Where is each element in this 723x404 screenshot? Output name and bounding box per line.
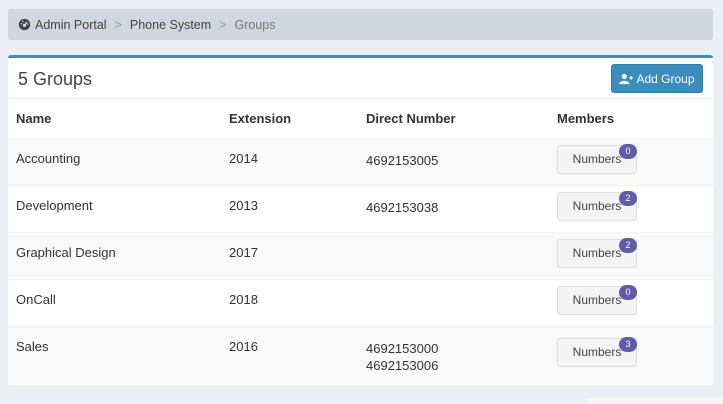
breadcrumb-phone-system[interactable]: Phone System <box>130 18 211 32</box>
members-count-badge: 0 <box>619 143 637 159</box>
group-direct-number: 4692153005 <box>358 137 549 185</box>
members-count-badge: 2 <box>619 237 637 253</box>
group-members: Numbers 0 <box>549 137 713 185</box>
breadcrumb: Admin Portal > Phone System > Groups <box>8 9 713 40</box>
group-extension: 2018 <box>221 278 358 326</box>
members-count-badge: 0 <box>619 284 637 300</box>
group-name: Sales <box>8 325 221 384</box>
group-name: Accounting <box>8 137 221 185</box>
table-row: Accounting 2014 4692153005 Numbers 0 <box>8 137 713 185</box>
user-plus-icon <box>619 73 634 84</box>
table-row: OnCall 2018 Numbers 0 <box>8 278 713 326</box>
group-direct-number <box>358 278 549 326</box>
group-name: Development <box>8 184 221 232</box>
dashboard-icon <box>18 18 31 31</box>
column-header-extension[interactable]: Extension <box>221 100 358 139</box>
table-row: Graphical Design 2017 Numbers 2 <box>8 231 713 279</box>
group-members: Numbers 2 <box>549 184 713 232</box>
add-group-button[interactable]: Add Group <box>611 64 703 93</box>
groups-table: Name Extension Direct Number Members Acc… <box>8 100 713 384</box>
add-group-label: Add Group <box>636 71 695 86</box>
page-title: 5 Groups <box>18 69 93 89</box>
group-name: Graphical Design <box>8 231 221 279</box>
direct-number: 4692153006 <box>366 357 439 373</box>
column-header-direct-number[interactable]: Direct Number <box>358 100 549 139</box>
box-header: 5 Groups Add Group <box>8 58 713 99</box>
group-name: OnCall <box>8 278 221 326</box>
members-count-badge: 3 <box>619 336 637 352</box>
breadcrumb-separator: > <box>219 17 227 32</box>
group-extension: 2013 <box>221 184 358 232</box>
group-members: Numbers 2 <box>549 231 713 279</box>
members-count-badge: 2 <box>619 190 637 206</box>
direct-number: 4692153005 <box>366 152 439 168</box>
groups-box: 5 Groups Add Group Name Extension Direct… <box>8 55 713 385</box>
group-members: Numbers 3 <box>549 325 713 384</box>
group-members: Numbers 0 <box>549 278 713 326</box>
direct-number: 4692153038 <box>366 199 439 215</box>
breadcrumb-separator: > <box>114 17 122 32</box>
group-direct-number <box>358 231 549 279</box>
table-header-row: Name Extension Direct Number Members <box>8 100 713 139</box>
group-extension: 2014 <box>221 137 358 185</box>
column-header-name[interactable]: Name <box>8 100 221 139</box>
group-direct-number: 4692153038 <box>358 184 549 232</box>
group-extension: 2017 <box>221 231 358 279</box>
table-row: Sales 2016 4692153000 4692153006 Numbers… <box>8 325 713 384</box>
breadcrumb-groups: Groups <box>234 17 276 32</box>
group-direct-number: 4692153000 4692153006 <box>358 325 549 384</box>
table-row: Development 2013 4692153038 Numbers 2 <box>8 184 713 232</box>
group-extension: 2016 <box>221 325 358 384</box>
column-header-members[interactable]: Members <box>549 100 713 139</box>
breadcrumb-admin-portal[interactable]: Admin Portal <box>35 18 107 32</box>
footer-strip <box>588 398 723 404</box>
